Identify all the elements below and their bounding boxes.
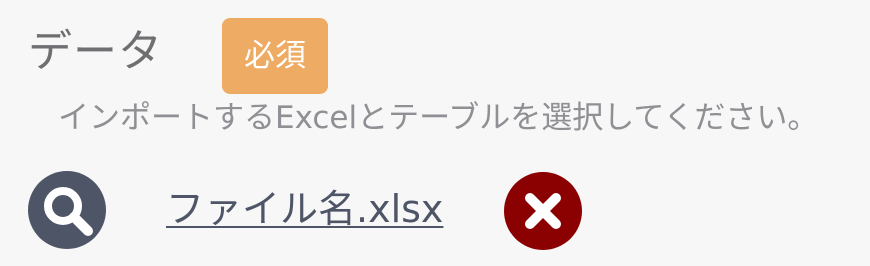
section-title: データ	[28, 26, 163, 77]
required-badge: 必須	[222, 18, 328, 94]
remove-file-button[interactable]	[504, 172, 582, 250]
search-icon	[44, 187, 93, 236]
file-search-button[interactable]	[28, 171, 106, 249]
instruction-text: インポートするExcelとテーブルを選択してください。	[58, 100, 819, 136]
file-name-link[interactable]: ファイル名.xlsx	[166, 184, 443, 234]
close-icon	[525, 193, 561, 229]
